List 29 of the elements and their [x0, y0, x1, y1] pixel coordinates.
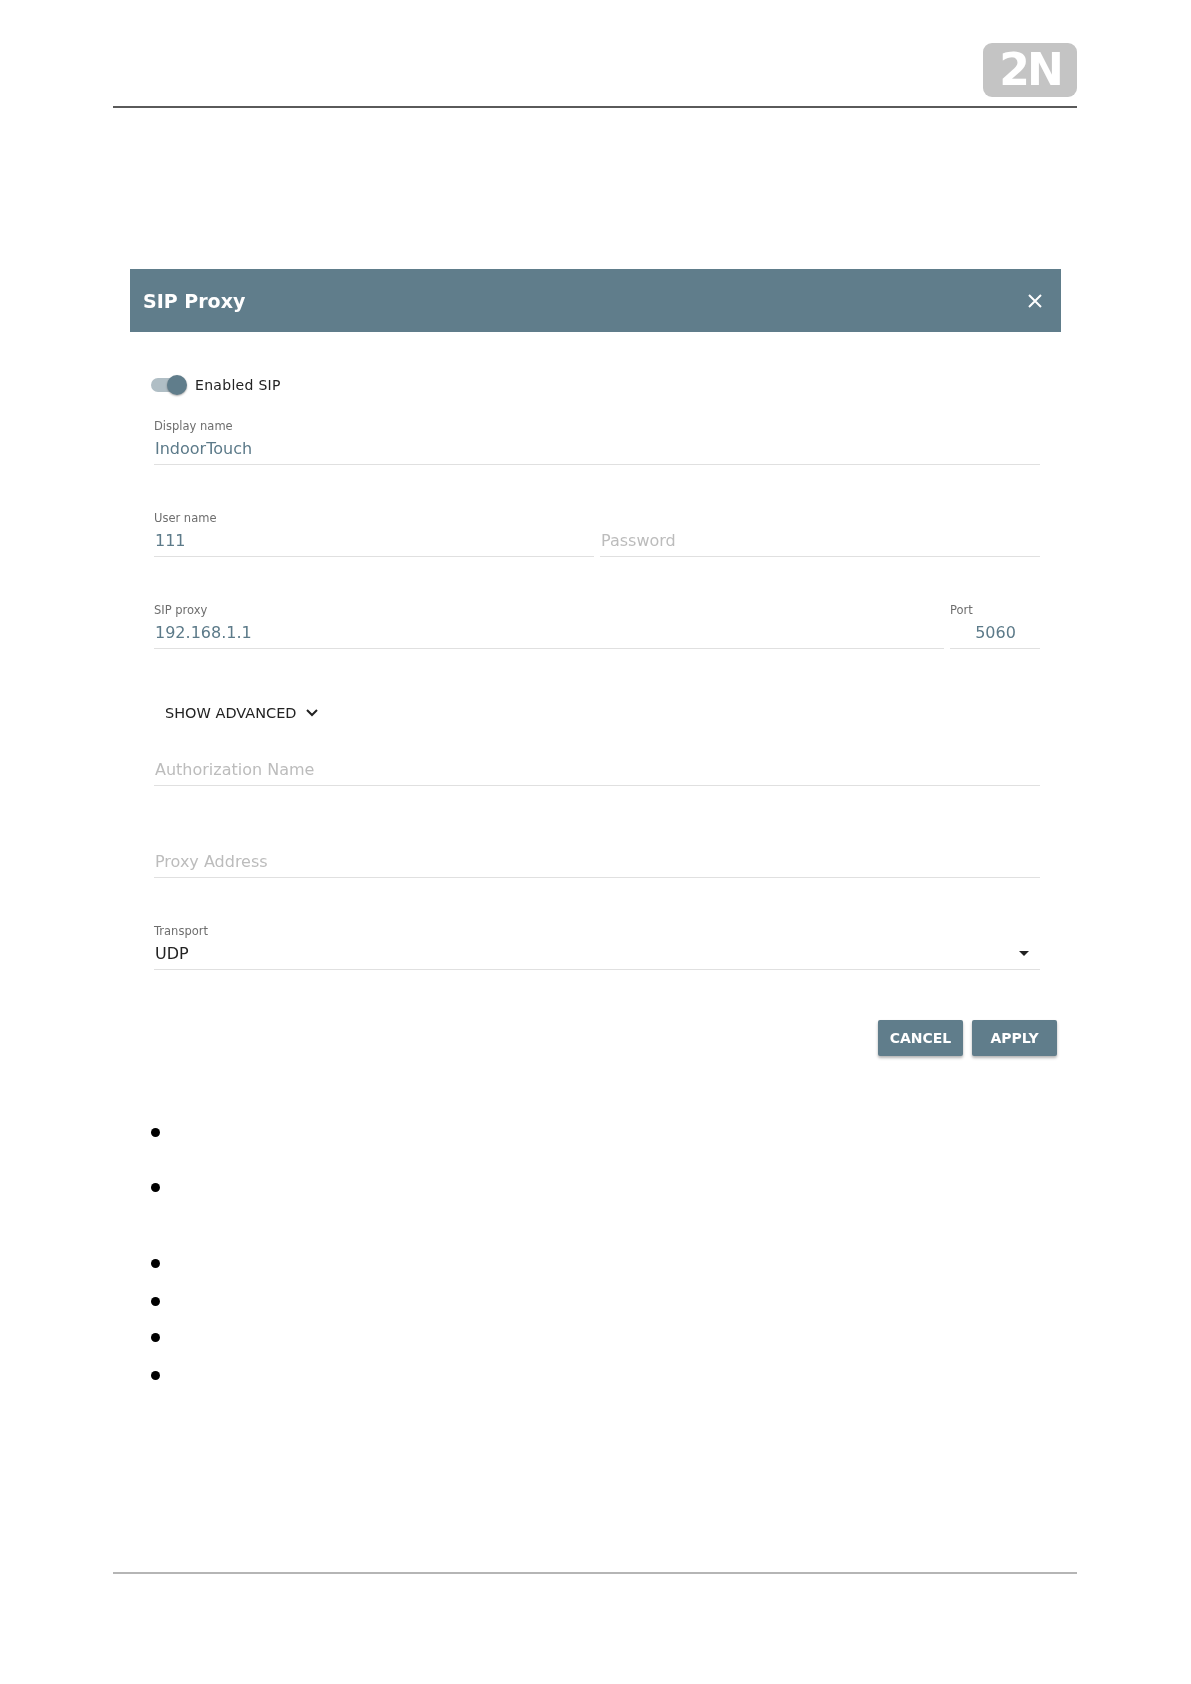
dropdown-field[interactable]: UDP — [154, 938, 1040, 970]
field-label: SIP proxy — [154, 603, 208, 617]
chevron-down-icon — [305, 709, 318, 717]
text-field[interactable]: IndoorTouch — [154, 433, 1040, 465]
field-label: User name — [154, 511, 217, 525]
text-field[interactable]: Authorization Name — [154, 754, 1040, 786]
field-label: Display name — [154, 419, 233, 433]
apply-button[interactable]: APPLY — [972, 1020, 1057, 1056]
text-field[interactable]: Proxy Address — [154, 846, 1040, 878]
toggle-label: Enabled SIP — [195, 377, 281, 393]
bullet-icon — [151, 1183, 160, 1192]
password-field[interactable]: Password — [600, 525, 1040, 557]
cancel-button[interactable]: CANCEL — [878, 1020, 963, 1056]
bullet-icon — [151, 1297, 160, 1306]
brand-logo: 2N — [983, 43, 1077, 97]
port-field[interactable]: 5060 — [950, 617, 1040, 649]
field-label: Port — [950, 603, 973, 617]
field-label: Transport — [154, 924, 208, 938]
bullet-icon — [151, 1128, 160, 1137]
bullet-icon — [151, 1333, 160, 1342]
close-icon[interactable] — [1028, 293, 1042, 308]
bullet-icon — [151, 1259, 160, 1268]
dialog-title: SIP Proxy — [143, 289, 246, 312]
show-advanced-button[interactable]: SHOW ADVANCED — [154, 695, 329, 731]
toggle-switch[interactable] — [151, 375, 187, 395]
text-field[interactable]: 111 — [154, 525, 594, 557]
text-field[interactable]: 192.168.1.1 — [154, 617, 944, 649]
bullet-icon — [151, 1371, 160, 1380]
caret-icon — [1019, 951, 1029, 956]
